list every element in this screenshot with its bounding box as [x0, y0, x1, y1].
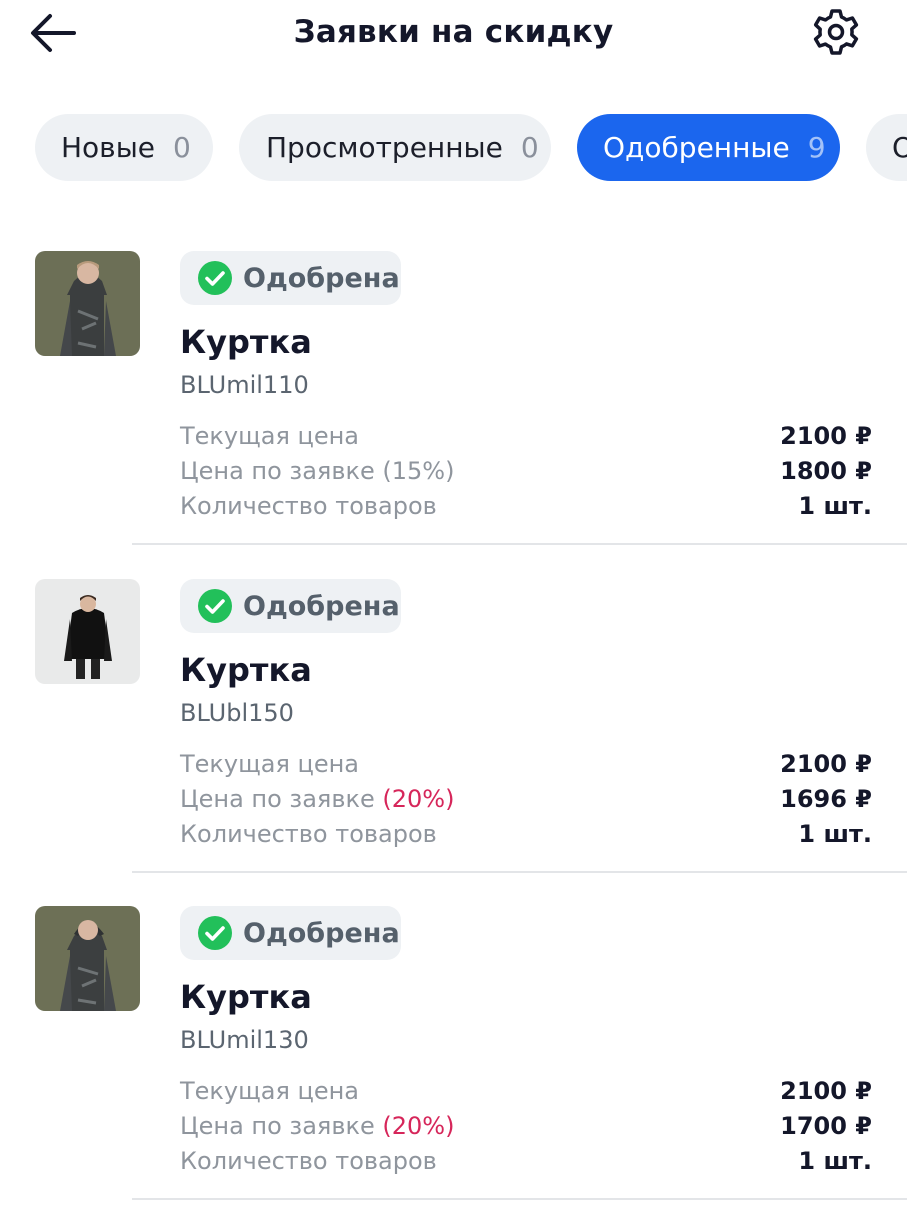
request-price-value: 1800 ₽ [780, 457, 872, 485]
divider [132, 543, 907, 545]
discount-percent: (20%) [382, 785, 455, 813]
tab-count: 0 [520, 131, 539, 164]
tab-next[interactable]: О [866, 114, 907, 181]
check-circle-icon [198, 916, 232, 950]
request-card[interactable]: Одобрена Куртка BLUmil110 Текущая цена 2… [0, 251, 907, 551]
current-price-row: Текущая цена 2100 ₽ [180, 1077, 872, 1111]
status-text: Одобрена [243, 590, 400, 622]
settings-button[interactable] [810, 6, 862, 58]
product-sku: BLUbl150 [180, 699, 294, 727]
tab-label: О [892, 131, 907, 164]
product-sku: BLUmil110 [180, 371, 309, 399]
quantity-label: Количество товаров [180, 1147, 437, 1175]
request-price-value: 1700 ₽ [780, 1112, 872, 1140]
quantity-row: Количество товаров 1 шт. [180, 1147, 872, 1181]
status-text: Одобрена [243, 262, 400, 294]
product-name: Куртка [180, 651, 312, 689]
request-price-label: Цена по заявке (20%) [180, 1112, 455, 1140]
quantity-value: 1 шт. [798, 820, 872, 848]
tab-count: 9 [807, 131, 826, 164]
discount-percent: (20%) [382, 1112, 455, 1140]
product-image [35, 906, 140, 1011]
tab-approved[interactable]: Одобренные 9 [577, 114, 840, 181]
top-bar: Заявки на скидку [0, 0, 907, 70]
check-circle-icon [198, 261, 232, 295]
request-card[interactable]: Одобрена Куртка BLUmil130 Текущая цена 2… [0, 906, 907, 1206]
tab-label: Новые [61, 131, 156, 164]
product-sku: BLUmil130 [180, 1026, 309, 1054]
current-price-value: 2100 ₽ [780, 750, 872, 778]
divider [132, 871, 907, 873]
request-price-row: Цена по заявке (20%) 1700 ₽ [180, 1112, 872, 1146]
request-price-row: Цена по заявке (15%) 1800 ₽ [180, 457, 872, 491]
discount-percent: (15%) [382, 457, 455, 485]
product-image [35, 579, 140, 684]
current-price-value: 2100 ₽ [780, 422, 872, 450]
gear-icon [813, 9, 859, 55]
status-text: Одобрена [243, 917, 400, 949]
current-price-row: Текущая цена 2100 ₽ [180, 422, 872, 456]
current-price-label: Текущая цена [180, 750, 360, 778]
quantity-label: Количество товаров [180, 820, 437, 848]
quantity-value: 1 шт. [798, 492, 872, 520]
product-image [35, 251, 140, 356]
request-price-value: 1696 ₽ [780, 785, 872, 813]
current-price-label: Текущая цена [180, 422, 360, 450]
request-price-row: Цена по заявке (20%) 1696 ₽ [180, 785, 872, 819]
current-price-value: 2100 ₽ [780, 1077, 872, 1105]
tab-new[interactable]: Новые 0 [35, 114, 213, 181]
product-name: Куртка [180, 978, 312, 1016]
request-price-label: Цена по заявке (20%) [180, 785, 455, 813]
tab-label: Одобренные [603, 131, 790, 164]
status-tabs: Новые 0 Просмотренные 0 Одобренные 9 О [0, 114, 907, 182]
status-badge: Одобрена [180, 579, 401, 633]
page-title: Заявки на скидку [293, 14, 614, 50]
quantity-value: 1 шт. [798, 1147, 872, 1175]
status-badge: Одобрена [180, 251, 401, 305]
status-badge: Одобрена [180, 906, 401, 960]
quantity-row: Количество товаров 1 шт. [180, 492, 872, 526]
tab-viewed[interactable]: Просмотренные 0 [239, 114, 551, 181]
request-card[interactable]: Одобрена Куртка BLUbl150 Текущая цена 21… [0, 579, 907, 879]
quantity-label: Количество товаров [180, 492, 437, 520]
current-price-row: Текущая цена 2100 ₽ [180, 750, 872, 784]
quantity-row: Количество товаров 1 шт. [180, 820, 872, 854]
tab-count: 0 [173, 131, 191, 164]
check-circle-icon [198, 589, 232, 623]
request-price-label: Цена по заявке (15%) [180, 457, 455, 485]
tab-label: Просмотренные [266, 131, 503, 164]
current-price-label: Текущая цена [180, 1077, 360, 1105]
product-name: Куртка [180, 323, 312, 361]
